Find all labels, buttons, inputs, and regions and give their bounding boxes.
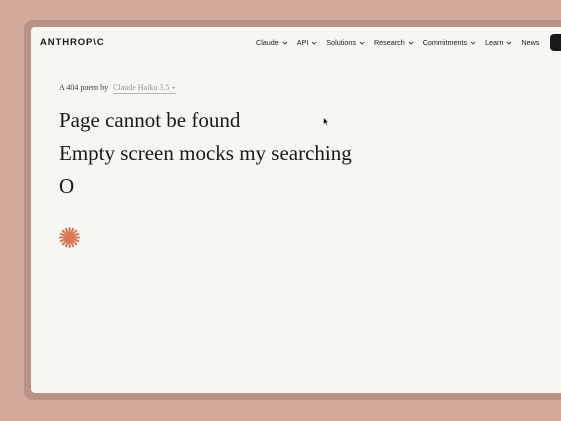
nav-item-label: Claude	[256, 38, 279, 47]
nav-cta-button[interactable]	[550, 34, 561, 51]
chevron-down-icon	[359, 41, 365, 45]
nav-item-news[interactable]: News	[521, 38, 539, 47]
nav-item-claude[interactable]: Claude	[256, 38, 288, 47]
top-navigation: ANTHROP\C Claude API Solutions Research …	[31, 27, 561, 59]
nav-item-commitments[interactable]: Commitments	[423, 38, 476, 47]
nav-item-label: Commitments	[422, 38, 468, 47]
poem-line-2: Empty screen mocks my searching	[59, 141, 352, 165]
nav-item-api[interactable]: API	[297, 38, 318, 47]
chevron-down-icon	[507, 41, 512, 45]
anthropic-spark-icon	[59, 227, 80, 248]
nav-item-label: API	[296, 38, 309, 47]
mouse-cursor-icon	[323, 117, 329, 126]
chevron-down-icon	[312, 41, 317, 45]
model-selector[interactable]: Claude Haiku 3.5	[113, 83, 177, 94]
model-selector-label: Claude Haiku 3.5	[113, 83, 170, 92]
poem-attribution: A 404 poem by Claude Haiku 3.5	[59, 83, 177, 94]
poem-line-3: O	[59, 174, 75, 198]
chevron-down-icon	[282, 41, 288, 45]
nav-menu: Claude API Solutions Research Commitment…	[256, 38, 548, 47]
nav-item-research[interactable]: Research	[374, 38, 414, 47]
browser-page: ANTHROP\C Claude API Solutions Research …	[31, 27, 561, 393]
attribution-prefix: A 404 poem by	[59, 83, 109, 92]
nav-item-label: Learn	[485, 38, 504, 47]
nav-item-label: Research	[373, 38, 405, 47]
anthropic-logo[interactable]: ANTHROP\C	[40, 37, 105, 48]
chevron-down-icon	[470, 41, 476, 45]
nav-item-learn[interactable]: Learn	[485, 38, 512, 47]
nav-item-solutions[interactable]: Solutions	[326, 38, 365, 47]
nav-item-label: Solutions	[326, 38, 356, 47]
poem-line-1: Page cannot be found	[59, 108, 241, 132]
chevron-down-icon	[171, 86, 176, 89]
nav-item-label: News	[521, 38, 540, 47]
chevron-down-icon	[408, 41, 414, 45]
